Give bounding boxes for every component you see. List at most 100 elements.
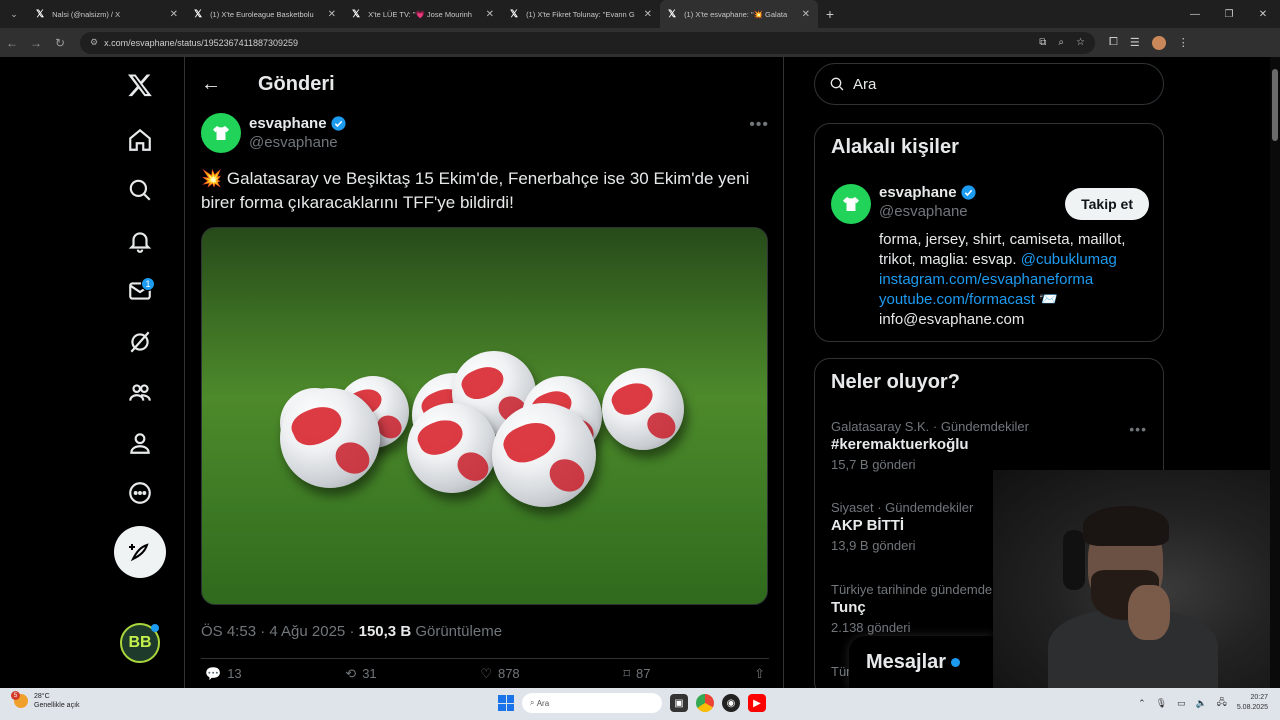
- profile-avatar[interactable]: [1151, 35, 1166, 50]
- bookmark-button[interactable]: ⌑ 87: [623, 666, 650, 682]
- tab-close-icon[interactable]: ✕: [328, 9, 336, 20]
- tweet-timestamp[interactable]: ÖS 4:53 · 4 Ağu 2025 ·: [201, 623, 359, 640]
- reply-button[interactable]: 💬 13: [205, 666, 242, 682]
- tab-title: (1) X'te Fikret Tolunay: "Evann G: [526, 9, 635, 19]
- search-input[interactable]: Ara: [814, 63, 1164, 105]
- tab-title: (1) X'te esvaphane: "💥 Galata: [684, 9, 788, 19]
- app-icon[interactable]: ◉: [722, 694, 740, 712]
- youtube-icon[interactable]: ▶: [748, 694, 766, 712]
- address-bar[interactable]: ⚙ x.com/esvaphane/status/195236741188730…: [80, 31, 1095, 54]
- like-button[interactable]: ♡ 878: [480, 666, 519, 682]
- reload-icon[interactable]: ↻: [48, 36, 72, 50]
- page-title: Gönderi: [258, 72, 335, 95]
- tab-close-icon[interactable]: ✕: [802, 9, 810, 20]
- install-app-icon[interactable]: ⧉: [1039, 37, 1046, 48]
- trend-item[interactable]: Galatasaray S.K. · Gündemdekiler #kerema…: [831, 419, 1149, 472]
- home-icon[interactable]: [112, 120, 168, 160]
- volume-icon[interactable]: 🔈: [1196, 698, 1207, 709]
- author-display-name[interactable]: esvaphane: [249, 115, 327, 132]
- bio-instagram-link[interactable]: instagram.com/esvaphaneforma: [879, 271, 1093, 288]
- account-notification-dot: [151, 624, 159, 632]
- share-button[interactable]: ⇧: [754, 666, 765, 682]
- browser-tab-2[interactable]: 𝕏 (1) X'te Euroleague Basketbolu ✕: [186, 0, 344, 28]
- taskbar-search[interactable]: ⌕ Ara: [522, 693, 662, 713]
- trend-context: Galatasaray S.K. · Gündemdekiler: [831, 419, 1029, 434]
- webcam-overlay: [993, 470, 1280, 688]
- clock[interactable]: 20:27 5.08.2025: [1237, 693, 1268, 713]
- messages-drawer[interactable]: Mesajlar: [849, 636, 993, 688]
- reading-list-icon[interactable]: ☰: [1130, 36, 1140, 49]
- page-scrollbar[interactable]: [1270, 57, 1280, 688]
- browser-tab-3[interactable]: 𝕏 X'te LÜE TV: "💗 Jose Mourinh ✕: [344, 0, 502, 28]
- tweet-more-options-icon[interactable]: •••: [749, 116, 769, 134]
- browser-tab-5-active[interactable]: 𝕏 (1) X'te esvaphane: "💥 Galata ✕: [660, 0, 818, 28]
- tab-close-icon[interactable]: ✕: [170, 9, 178, 20]
- x-page: 1 BB ← Gönderi esvaphane @esvaphane ••• …: [0, 57, 1280, 698]
- view-count-label: Görüntüleme: [411, 623, 503, 640]
- headset: [1063, 530, 1085, 590]
- tweet-body: Galatasaray ve Beşiktaş 15 Ekim'de, Fene…: [201, 169, 750, 212]
- restore-icon[interactable]: ❐: [1212, 9, 1246, 20]
- scrollbar-thumb[interactable]: [1272, 69, 1278, 141]
- browser-menu-icon[interactable]: ⋮: [1178, 36, 1189, 49]
- site-info-icon[interactable]: ⚙: [90, 37, 98, 48]
- tab-search-button[interactable]: ⌄: [0, 0, 28, 28]
- related-user-row[interactable]: esvaphane @esvaphane Takip et: [831, 184, 1149, 224]
- forward-arrow-icon[interactable]: →: [24, 36, 48, 50]
- back-arrow-icon[interactable]: ←: [0, 36, 24, 50]
- explore-search-icon[interactable]: [112, 170, 168, 210]
- author-avatar[interactable]: [201, 113, 241, 153]
- bookmark-star-icon[interactable]: ☆: [1076, 37, 1085, 48]
- reply-icon: 💬: [205, 665, 222, 681]
- x-logo-icon[interactable]: [112, 65, 168, 105]
- communities-icon[interactable]: [112, 373, 168, 413]
- chrome-icon[interactable]: [696, 694, 714, 712]
- display-icon[interactable]: ▭: [1177, 698, 1186, 709]
- close-window-icon[interactable]: ✕: [1246, 9, 1280, 20]
- related-user-bio: forma, jersey, shirt, camiseta, maillot,…: [879, 230, 1149, 330]
- tray-expand-icon[interactable]: ⌃: [1138, 698, 1146, 709]
- x-favicon-icon: 𝕏: [36, 8, 45, 20]
- bookmark-count: 87: [635, 666, 651, 681]
- new-tab-button[interactable]: +: [818, 6, 842, 22]
- bio-youtube-link[interactable]: youtube.com/formacast: [879, 291, 1035, 308]
- bookmark-icon: ⌑: [623, 665, 630, 681]
- system-tray: ⌃ 🎙 ▭ 🔈 🖧 20:27 5.08.2025: [1138, 693, 1268, 713]
- x-favicon-icon: 𝕏: [510, 8, 519, 20]
- grok-icon[interactable]: [112, 322, 168, 362]
- tweet-author: esvaphane @esvaphane •••: [201, 113, 769, 153]
- related-user-name[interactable]: esvaphane: [879, 184, 957, 201]
- notifications-bell-icon[interactable]: [112, 221, 168, 261]
- bio-mention-link[interactable]: @cubuklumag: [1021, 251, 1117, 268]
- task-view-icon[interactable]: ▣: [670, 694, 688, 712]
- weather-temp: 28°C: [34, 693, 50, 700]
- share-icon: ⇧: [754, 665, 765, 681]
- compose-post-button[interactable]: [114, 526, 166, 578]
- taskbar-search-placeholder: Ara: [536, 698, 550, 708]
- network-icon[interactable]: 🖧: [1217, 695, 1227, 711]
- main-header: ← Gönderi: [185, 57, 783, 111]
- zoom-icon[interactable]: ⌕: [1058, 37, 1064, 48]
- extensions-icon[interactable]: ⧠: [1109, 36, 1118, 49]
- microphone-icon[interactable]: 🎙: [1156, 698, 1167, 709]
- related-user-avatar[interactable]: [831, 184, 871, 224]
- messages-envelope-icon[interactable]: 1: [112, 271, 168, 311]
- repost-button[interactable]: ⟲ 31: [345, 666, 376, 682]
- trend-name: #keremaktuerkoğlu: [831, 436, 969, 453]
- minimize-icon[interactable]: —: [1178, 9, 1212, 20]
- back-arrow-icon[interactable]: ←: [201, 73, 223, 96]
- related-user-handle[interactable]: @esvaphane: [879, 203, 977, 220]
- follow-button[interactable]: Takip et: [1065, 188, 1149, 220]
- more-circle-icon[interactable]: [112, 473, 168, 513]
- profile-icon[interactable]: [112, 423, 168, 463]
- weather-widget[interactable]: 5 28°C Genellikle açık: [11, 691, 80, 710]
- browser-tab-1[interactable]: 𝕏 Nalsi (@nalsizm) / X ✕: [28, 0, 186, 28]
- browser-tab-4[interactable]: 𝕏 (1) X'te Fikret Tolunay: "Evann G ✕: [502, 0, 660, 28]
- tweet-actions: 💬 13 ⟲ 31 ♡ 878 ⌑ 87 ⇧: [201, 658, 769, 688]
- windows-start-icon[interactable]: [498, 695, 514, 711]
- tweet-media-image[interactable]: [201, 227, 768, 605]
- tab-close-icon[interactable]: ✕: [644, 9, 652, 20]
- tab-close-icon[interactable]: ✕: [486, 9, 494, 20]
- repost-count: 31: [362, 666, 377, 681]
- author-handle[interactable]: @esvaphane: [249, 134, 347, 151]
